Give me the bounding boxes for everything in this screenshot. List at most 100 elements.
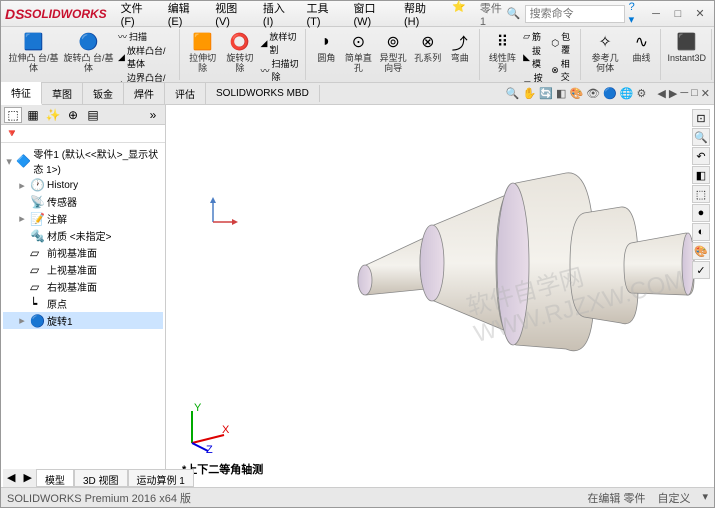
sb-tab-property[interactable]: ▦ <box>24 107 42 123</box>
hud-edit-scene[interactable]: 🎨 <box>692 242 710 260</box>
menu-edit[interactable]: 编辑(E) <box>162 0 209 30</box>
settings-icon[interactable]: ⚙ <box>637 87 647 100</box>
zoom-icon[interactable]: 🔍 <box>506 87 520 100</box>
btab-model[interactable]: 模型 <box>36 469 74 487</box>
tab-weldments[interactable]: 焊件 <box>124 83 165 104</box>
help-icon[interactable]: ? ▾ <box>629 1 638 26</box>
part-icon: 🔷 <box>16 154 30 168</box>
menu-view[interactable]: 视图(V) <box>209 0 256 30</box>
tab-nav-prev[interactable]: ◀ <box>3 469 19 487</box>
loft-cut-button[interactable]: ◢放样切割 <box>258 30 302 56</box>
tab-evaluate[interactable]: 评估 <box>165 83 206 104</box>
boundary-button[interactable]: ◈边界凸台/基体 <box>116 71 176 83</box>
subwin-min[interactable]: ─ <box>680 87 688 100</box>
tab-sketch[interactable]: 草图 <box>42 83 83 104</box>
simple-hole-button[interactable]: ⊙简单直 孔 <box>342 30 374 74</box>
extrude-cut-button[interactable]: 🟧拉伸切 除 <box>184 30 221 83</box>
menu-help[interactable]: 帮助(H) <box>398 0 445 30</box>
menu-insert[interactable]: 插入(I) <box>257 0 300 30</box>
instant3d-button[interactable]: ⬛Instant3D <box>665 30 708 64</box>
tree-annotations[interactable]: ▸📝注解 <box>3 210 163 227</box>
sb-tab-config[interactable]: ✨ <box>44 107 62 123</box>
tree-sensors[interactable]: 📡传感器 <box>3 193 163 210</box>
hud-hide[interactable]: ◐ <box>692 223 710 241</box>
btab-3dview[interactable]: 3D 视图 <box>74 469 128 487</box>
tab-nav-next[interactable]: ▶ <box>19 469 35 487</box>
draft-button[interactable]: ◣拔模 <box>521 44 549 70</box>
appear-icon[interactable]: 🔵 <box>603 87 617 100</box>
hud-display[interactable]: ● <box>692 204 710 222</box>
section-icon[interactable]: ◧ <box>556 87 566 100</box>
display-icon[interactable]: 🎨 <box>569 87 583 100</box>
hud-zoom-fit[interactable]: ⊡ <box>692 109 710 127</box>
rotate-icon[interactable]: 🔄 <box>539 87 553 100</box>
menu-window[interactable]: 窗口(W) <box>347 0 396 30</box>
graphics-viewport[interactable]: 软件自学网 WWW.RJZXW.COM Y X Z *上下二等角轴测 ⊡ 🔍 ↶… <box>166 105 714 483</box>
tab-features[interactable]: 特征 <box>1 82 42 105</box>
tree-root[interactable]: ▾🔷零件1 (默认<<默认>_显示状态 1>) <box>3 145 163 177</box>
minimize-button[interactable]: ─ <box>646 5 666 23</box>
status-custom[interactable]: 自定义 <box>657 490 690 506</box>
bend-button[interactable]: ⤴弯曲 <box>444 30 476 74</box>
tree-top-plane[interactable]: ▱上视基准面 <box>3 261 163 278</box>
wrap-button[interactable]: ⬡包覆 <box>549 30 577 56</box>
status-dropdown-icon[interactable]: ▾ <box>702 490 708 506</box>
scene-icon[interactable]: 🌐 <box>620 87 634 100</box>
sweep-cut-button[interactable]: 〰扫描切除 <box>258 57 302 83</box>
maximize-button[interactable]: □ <box>668 5 688 23</box>
subwin-prev[interactable]: ◀ <box>657 87 665 100</box>
menu-tools[interactable]: 工具(T) <box>300 0 346 30</box>
tree-origin[interactable]: ┕原点 <box>3 295 163 312</box>
shaft-model[interactable] <box>336 155 696 385</box>
status-version: SOLIDWORKS Premium 2016 x64 版 <box>7 490 191 506</box>
sweep-button[interactable]: 〰扫描 <box>116 30 176 43</box>
sb-tab-feature[interactable]: ⬚ <box>4 107 22 123</box>
intersect-button[interactable]: ⊗相交 <box>549 57 577 83</box>
search-area: 🔍 ? ▾ <box>507 1 638 26</box>
sb-tab-display[interactable]: ⊕ <box>64 107 82 123</box>
rib-button[interactable]: ▱筋 <box>521 30 549 43</box>
sidebar-toolbar: 🔻 <box>1 125 165 143</box>
linear-pattern-button[interactable]: ⠿线性阵 列 <box>484 30 521 83</box>
tree-history[interactable]: ▸🕐History <box>3 177 163 193</box>
hide-icon[interactable]: 👁 <box>586 87 600 100</box>
pan-icon[interactable]: ✋ <box>523 87 537 100</box>
btab-motion[interactable]: 运动算例 1 <box>128 469 194 487</box>
tab-sheetmetal[interactable]: 钣金 <box>83 83 124 104</box>
reference-geometry-button[interactable]: ✧参考几 何体 <box>585 30 626 74</box>
revolve-cut-button[interactable]: ⭕旋转切 除 <box>221 30 258 83</box>
hud-zoom[interactable]: 🔍 <box>692 128 710 146</box>
tab-mbd[interactable]: SOLIDWORKS MBD <box>206 85 320 102</box>
hole-series-button[interactable]: ⊗孔系列 <box>412 30 444 74</box>
heads-up-toolbar: ⊡ 🔍 ↶ ◧ ⬚ ● ◐ 🎨 ✓ <box>692 109 710 279</box>
wizard-icon: ⊚ <box>382 31 404 53</box>
hud-view[interactable]: ⬚ <box>692 185 710 203</box>
filter-icon[interactable]: 🔻 <box>5 127 19 140</box>
shell-button[interactable]: ▢按接 <box>521 71 549 83</box>
close-button[interactable]: ✕ <box>690 5 710 23</box>
extrude-boss-button[interactable]: 🟦拉伸凸 台/基体 <box>6 30 61 83</box>
hud-apply[interactable]: ✓ <box>692 261 710 279</box>
tree-front-plane[interactable]: ▱前视基准面 <box>3 244 163 261</box>
hud-prev[interactable]: ↶ <box>692 147 710 165</box>
fillet-icon: ◗ <box>315 31 337 53</box>
search-input[interactable] <box>525 5 625 23</box>
tree-material[interactable]: 🔩材质 <未指定> <box>3 227 163 244</box>
tree-revolve1[interactable]: ▸🔵旋转1 <box>3 312 163 329</box>
tree-right-plane[interactable]: ▱右视基准面 <box>3 278 163 295</box>
curves-button[interactable]: ∿曲线 <box>625 30 657 74</box>
loft-button[interactable]: ◢放样凸台/基体 <box>116 44 176 70</box>
menu-file[interactable]: 文件(F) <box>115 0 161 30</box>
hud-section[interactable]: ◧ <box>692 166 710 184</box>
sb-tab-expand[interactable]: » <box>144 107 162 123</box>
fillet-button[interactable]: ◗圆角 <box>310 30 342 74</box>
plane-icon: ▱ <box>30 280 44 294</box>
sb-tab-extra[interactable]: ▤ <box>84 107 102 123</box>
subwin-next[interactable]: ▶ <box>669 87 677 100</box>
menu-star[interactable]: ⭐ <box>446 0 472 30</box>
subwin-close[interactable]: ✕ <box>701 87 710 100</box>
expand-icon[interactable]: ▾ <box>5 155 13 168</box>
subwin-max[interactable]: □ <box>691 87 698 100</box>
hole-wizard-button[interactable]: ⊚异型孔 向导 <box>374 30 411 74</box>
revolve-boss-button[interactable]: 🔵旋转凸 台/基体 <box>61 30 116 83</box>
